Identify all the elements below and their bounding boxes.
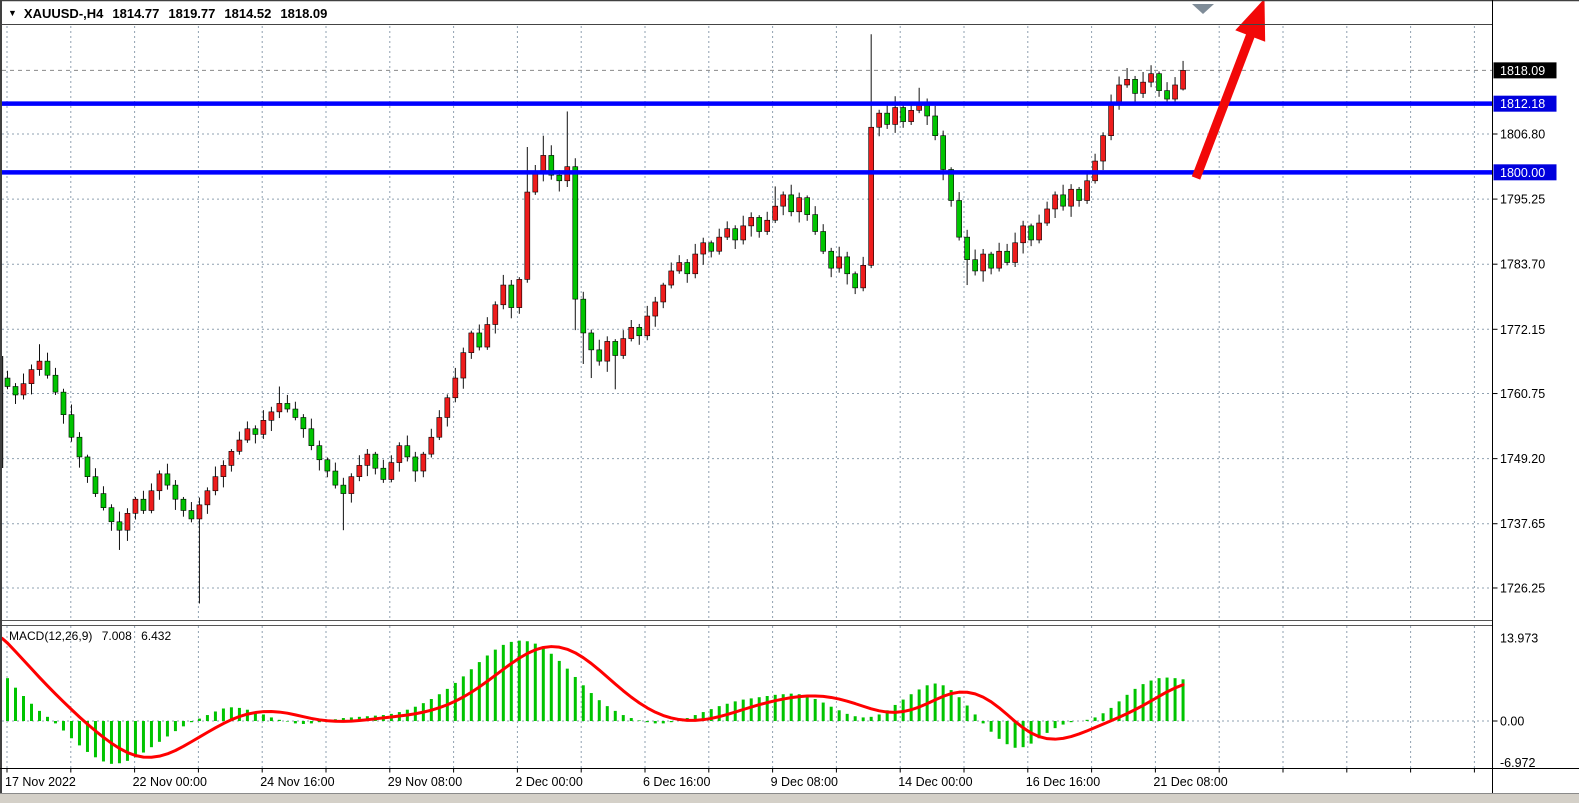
time-tick-label: 22 Nov 00:00 <box>133 775 207 789</box>
time-tick-label: 24 Nov 16:00 <box>260 775 334 789</box>
level-price-badge-text: 1812.18 <box>1500 97 1545 111</box>
chart-title: ▼ XAUUSD-,H4 1814.77 1819.77 1814.52 181… <box>4 2 336 24</box>
price-tick: 1795.25 <box>1500 193 1545 207</box>
mt4-chart-window: 1806.80 1795.25 1783.70 1772.15 1760.75 1749.… <box>0 0 1579 803</box>
macd-tick: 13.973 <box>1500 631 1538 645</box>
object-anchor-marker[interactable] <box>1192 4 1214 14</box>
symbol-timeframe-label: XAUUSD-,H4 <box>24 6 103 21</box>
price-tick: 1783.70 <box>1500 258 1545 272</box>
time-tick-label: 17 Nov 2022 <box>5 775 76 789</box>
grid-lines <box>2 26 1492 768</box>
price-tick: 1806.80 <box>1500 128 1545 142</box>
time-scale[interactable]: 17 Nov 2022 22 Nov 00:00 24 Nov 16:00 29 No… <box>5 769 1474 790</box>
macd-indicator-label: MACD(12,26,9) 7.008 6.432 <box>9 629 177 643</box>
macd-main-value: 7.008 <box>102 629 132 643</box>
macd-tick: 0.00 <box>1500 715 1524 729</box>
bar-open-value: 1814.77 <box>112 6 159 21</box>
price-tick: 1749.20 <box>1500 452 1545 466</box>
price-tick: 1772.15 <box>1500 323 1545 337</box>
macd-series <box>2 638 1183 764</box>
time-tick-label: 29 Nov 08:00 <box>388 775 462 789</box>
time-tick-label: 14 Dec 00:00 <box>898 775 972 789</box>
trend-arrow[interactable] <box>1181 0 1279 184</box>
price-tick: 1760.75 <box>1500 387 1545 401</box>
macd-name: MACD(12,26,9) <box>9 629 92 643</box>
level-price-badge-text: 1800.00 <box>1500 166 1545 180</box>
bar-high-value: 1819.77 <box>168 6 215 21</box>
time-tick-label: 2 Dec 00:00 <box>515 775 582 789</box>
candlestick-series <box>5 34 1186 603</box>
chart-canvas: 1806.80 1795.25 1783.70 1772.15 1760.75 1749.… <box>0 0 1579 803</box>
time-tick-label: 9 Dec 08:00 <box>771 775 838 789</box>
price-tick: 1737.65 <box>1500 517 1545 531</box>
time-tick-label: 6 Dec 16:00 <box>643 775 710 789</box>
current-price-badge-text: 1818.09 <box>1500 64 1545 78</box>
window-chrome <box>0 0 1579 793</box>
bar-close-value: 1818.09 <box>280 6 327 21</box>
macd-tick: -6.972 <box>1500 756 1535 770</box>
time-tick-label: 16 Dec 16:00 <box>1026 775 1100 789</box>
symbol-dropdown-icon[interactable]: ▼ <box>8 8 17 18</box>
macd-signal-value: 6.432 <box>141 629 171 643</box>
price-tick: 1726.25 <box>1500 581 1545 595</box>
price-scale[interactable]: 1806.80 1795.25 1783.70 1772.15 1760.75 1749.… <box>1493 62 1557 770</box>
time-tick-label: 21 Dec 08:00 <box>1153 775 1227 789</box>
window-bottom-edge <box>0 793 1579 803</box>
bar-low-value: 1814.52 <box>224 6 271 21</box>
